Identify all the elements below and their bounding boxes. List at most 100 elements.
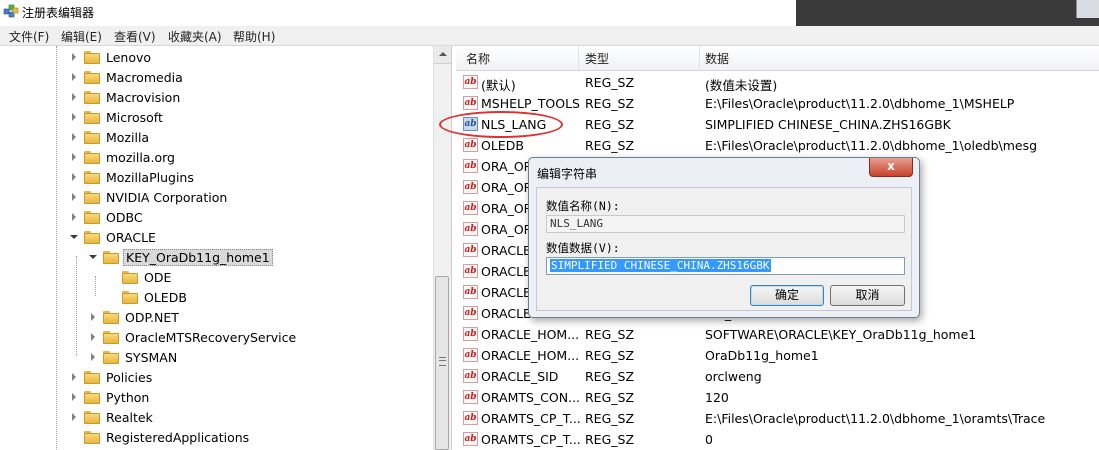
window-control-button[interactable] <box>1076 0 1099 18</box>
tree-item[interactable]: Python <box>70 387 151 407</box>
regedit-app-icon <box>3 4 19 18</box>
string-value-icon: ab <box>463 75 478 89</box>
menu-edit[interactable]: 编辑(E) <box>61 28 102 45</box>
value-name: MSHELP_TOOLS <box>481 96 580 111</box>
tree-item[interactable]: Microsoft <box>70 107 165 127</box>
value-row[interactable]: ab ORAMTS_CON... REG_SZ 120 <box>456 387 1099 408</box>
tree-item[interactable]: Mozilla <box>70 127 151 147</box>
tree-item[interactable]: ODP.NET <box>89 307 181 327</box>
menu-help[interactable]: 帮助(H) <box>233 28 275 45</box>
value-row[interactable]: ab ORAMTS_CP_T... REG_SZ E:\Files\Oracle\pr… <box>456 408 1099 429</box>
folder-icon <box>84 210 100 224</box>
collapsed-arrow-icon[interactable] <box>70 212 79 222</box>
value-type: REG_SZ <box>585 411 635 426</box>
column-type-header[interactable]: 类型 <box>585 50 609 67</box>
value-name: ORACLE_HOM... <box>481 348 580 363</box>
value-row[interactable]: ab ORACLE_HOM... REG_SZ SOFTWARE\ORACLE\KEY… <box>456 324 1099 345</box>
collapsed-arrow-icon[interactable] <box>70 132 79 142</box>
collapsed-arrow-icon[interactable] <box>70 92 79 102</box>
scroll-thumb[interactable] <box>435 276 449 450</box>
ok-button[interactable]: 确定 <box>750 285 824 306</box>
value-name: (默认) <box>481 78 516 93</box>
folder-icon <box>103 250 119 264</box>
column-divider[interactable] <box>699 46 700 70</box>
value-name: ORACLE <box>481 264 531 279</box>
tree-item[interactable]: NVIDIA Corporation <box>70 187 229 207</box>
value-data: 0 <box>705 432 713 447</box>
collapsed-arrow-icon[interactable] <box>70 52 79 62</box>
column-divider[interactable] <box>578 46 579 70</box>
value-data: 120 <box>705 390 729 405</box>
folder-icon <box>84 390 100 404</box>
collapsed-arrow-icon[interactable] <box>70 192 79 202</box>
tree-item[interactable]: MozillaPlugins <box>70 167 196 187</box>
tree-item[interactable]: RegisteredApplications <box>70 427 251 447</box>
tree-item-label: OracleMTSRecoveryService <box>125 329 297 345</box>
value-row[interactable]: ab ORACLE_SID REG_SZ orclweng <box>456 366 1099 387</box>
tree-item[interactable]: ORACLE <box>70 227 158 247</box>
tree-item[interactable]: ODE <box>108 267 173 287</box>
menu-favorites[interactable]: 收藏夹(A) <box>168 28 222 45</box>
value-name: ORAMTS_CP_T... <box>481 411 581 426</box>
collapsed-arrow-icon[interactable] <box>70 372 79 382</box>
string-value-icon: ab <box>463 180 478 194</box>
folder-icon <box>84 370 100 384</box>
collapsed-arrow-icon[interactable] <box>70 72 79 82</box>
menu-file[interactable]: 文件(F) <box>9 28 49 45</box>
scroll-up-button[interactable] <box>434 46 451 64</box>
value-name: ORACLE <box>481 285 531 300</box>
column-name-header[interactable]: 名称 <box>466 50 490 67</box>
collapsed-arrow-icon[interactable] <box>70 152 79 162</box>
cancel-button[interactable]: 取消 <box>830 285 905 306</box>
tree-item[interactable]: Lenovo <box>70 47 153 67</box>
folder-icon <box>84 170 100 184</box>
value-data: SIMPLIFIED CHINESE_CHINA.ZHS16GBK <box>705 117 951 132</box>
collapsed-arrow-icon[interactable] <box>70 112 79 122</box>
menu-bar: 文件(F) 编辑(E) 查看(V) 收藏夹(A) 帮助(H) <box>0 26 1099 46</box>
tree-scrollbar[interactable] <box>433 46 451 450</box>
tree-item[interactable]: Realtek <box>70 407 155 427</box>
collapsed-arrow-icon[interactable] <box>89 352 98 362</box>
value-name: ORA_OR <box>481 222 533 237</box>
tree-item[interactable]: Policies <box>70 367 154 387</box>
tree-item[interactable]: mozilla.org <box>70 147 177 167</box>
dialog-title: 编辑字符串 <box>537 167 598 181</box>
tree-item[interactable]: ODBC <box>70 207 145 227</box>
value-data-input[interactable]: SIMPLIFIED CHINESE_CHINA.ZHS16GBK <box>546 257 905 275</box>
tree-guide-line <box>56 46 57 450</box>
value-name-field: NLS_LANG <box>546 215 905 233</box>
menu-view[interactable]: 查看(V) <box>114 28 156 45</box>
value-row[interactable]: ab (默认) REG_SZ (数值未设置) <box>456 72 1099 93</box>
list-header: 名称 类型 数据 <box>456 46 1099 71</box>
string-value-icon: ab <box>463 348 478 362</box>
string-value-icon: ab <box>463 285 478 299</box>
tree-item[interactable]: OracleMTSRecoveryService <box>89 327 298 347</box>
value-type: REG_SZ <box>585 369 635 384</box>
column-data-header[interactable]: 数据 <box>705 50 729 67</box>
string-value-icon: ab <box>463 432 478 446</box>
dialog-close-button[interactable]: x <box>869 158 913 177</box>
tree-item[interactable]: KEY_OraDb11g_home1 <box>89 247 273 267</box>
collapsed-arrow-icon[interactable] <box>70 412 79 422</box>
string-value-icon: ab <box>463 138 478 152</box>
expanded-arrow-icon[interactable] <box>89 253 98 262</box>
expanded-arrow-icon[interactable] <box>70 233 79 242</box>
collapsed-arrow-icon[interactable] <box>89 332 98 342</box>
value-row[interactable]: ab ORACLE_HOM... REG_SZ OraDb11g_home1 <box>456 345 1099 366</box>
tree-item-label: Macrovision <box>106 89 181 105</box>
value-row[interactable]: ab ORAMTS_CP_T... REG_SZ 0 <box>456 429 1099 450</box>
tree-item[interactable]: Macromedia <box>70 67 185 87</box>
tree-item[interactable]: Macrovision <box>70 87 182 107</box>
folder-icon <box>84 110 100 124</box>
string-value-icon: ab <box>463 369 478 383</box>
tree-item[interactable]: OLEDB <box>108 287 189 307</box>
string-value-icon: ab <box>463 264 478 278</box>
tree-item[interactable]: SYSMAN <box>89 347 179 367</box>
value-row[interactable]: ab OLEDB REG_SZ E:\Files\Oracle\product\11.… <box>456 135 1099 156</box>
collapsed-arrow-icon[interactable] <box>89 312 98 322</box>
tree-guide-line <box>95 276 96 296</box>
collapsed-arrow-icon[interactable] <box>70 172 79 182</box>
folder-icon <box>84 150 100 164</box>
value-row[interactable]: ab MSHELP_TOOLS REG_SZ E:\Files\Oracle\prod… <box>456 93 1099 114</box>
collapsed-arrow-icon[interactable] <box>70 392 79 402</box>
